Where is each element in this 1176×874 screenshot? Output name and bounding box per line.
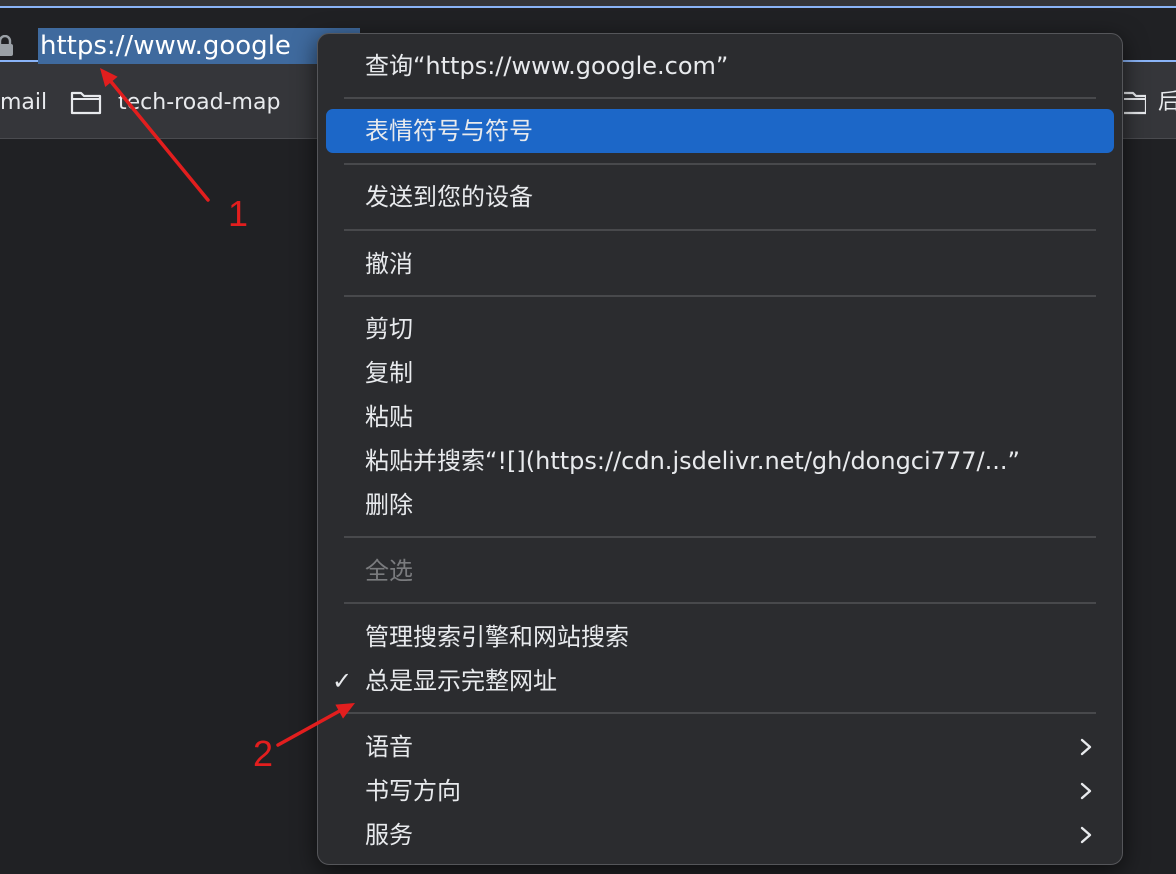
menu-item-writing-direction[interactable]: 书写方向: [326, 769, 1114, 813]
folder-icon: [70, 91, 102, 115]
menu-separator: [344, 295, 1096, 297]
menu-item-label: 书写方向: [365, 777, 461, 805]
menu-item-label: 粘贴并搜索“![](https://cdn.jsdelivr.net/gh/do…: [365, 447, 1020, 475]
menu-item-label: 总是显示完整网址: [365, 667, 557, 695]
menu-item-label: 撤消: [365, 250, 413, 278]
menu-separator: [344, 163, 1096, 165]
menu-item-lookup[interactable]: 查询“https://www.google.com”: [326, 44, 1114, 88]
context-menu: 查询“https://www.google.com” 表情符号与符号 发送到您的…: [317, 33, 1123, 865]
folder-icon: [1124, 91, 1146, 115]
menu-item-always-show-full-url[interactable]: ✓ 总是显示完整网址: [326, 659, 1114, 703]
chevron-right-icon: [1080, 826, 1092, 844]
bookmark-tech-road-map[interactable]: tech-road-map: [118, 90, 280, 116]
annotation-label-2: 2: [253, 733, 274, 774]
menu-separator: [344, 229, 1096, 231]
menu-item-cut[interactable]: 剪切: [326, 307, 1114, 351]
checkmark-icon: ✓: [332, 667, 353, 695]
menu-item-label: 语音: [365, 733, 413, 761]
menu-item-label: 全选: [365, 557, 413, 585]
menu-item-manage-search-engines[interactable]: 管理搜索引擎和网站搜索: [326, 615, 1114, 659]
menu-item-delete[interactable]: 删除: [326, 483, 1114, 527]
menu-item-label: 剪切: [365, 315, 413, 343]
menu-item-send-to-devices[interactable]: 发送到您的设备: [326, 175, 1114, 219]
menu-item-label: 发送到您的设备: [365, 183, 533, 211]
chevron-right-icon: [1080, 738, 1092, 756]
menu-item-label: 服务: [365, 821, 413, 849]
menu-item-paste[interactable]: 粘贴: [326, 395, 1114, 439]
menu-item-emoji-symbols[interactable]: 表情符号与符号: [326, 109, 1114, 153]
menu-item-label: 查询“https://www.google.com”: [365, 52, 729, 80]
chevron-right-icon: [1080, 782, 1092, 800]
bookmark-partial[interactable]: 后: [1158, 90, 1176, 116]
menu-item-label: 复制: [365, 359, 413, 387]
menu-item-copy[interactable]: 复制: [326, 351, 1114, 395]
menu-item-paste-and-search[interactable]: 粘贴并搜索“![](https://cdn.jsdelivr.net/gh/do…: [326, 439, 1114, 483]
menu-separator: [344, 712, 1096, 714]
bookmark-mail[interactable]: mail: [0, 90, 47, 116]
menu-item-label: 管理搜索引擎和网站搜索: [365, 623, 629, 651]
menu-separator: [344, 602, 1096, 604]
menu-item-label: 删除: [365, 491, 413, 519]
menu-item-speech[interactable]: 语音: [326, 725, 1114, 769]
menu-item-label: 表情符号与符号: [365, 117, 533, 145]
menu-item-select-all: 全选: [326, 549, 1114, 593]
menu-item-label: 粘贴: [365, 403, 413, 431]
menu-separator: [344, 536, 1096, 538]
annotation-label-1: 1: [228, 193, 249, 234]
lock-icon[interactable]: [0, 35, 14, 57]
menu-item-undo[interactable]: 撤消: [326, 242, 1114, 286]
menu-item-services[interactable]: 服务: [326, 813, 1114, 857]
menu-separator: [344, 97, 1096, 99]
address-bar-url[interactable]: https://www.google: [38, 28, 360, 64]
